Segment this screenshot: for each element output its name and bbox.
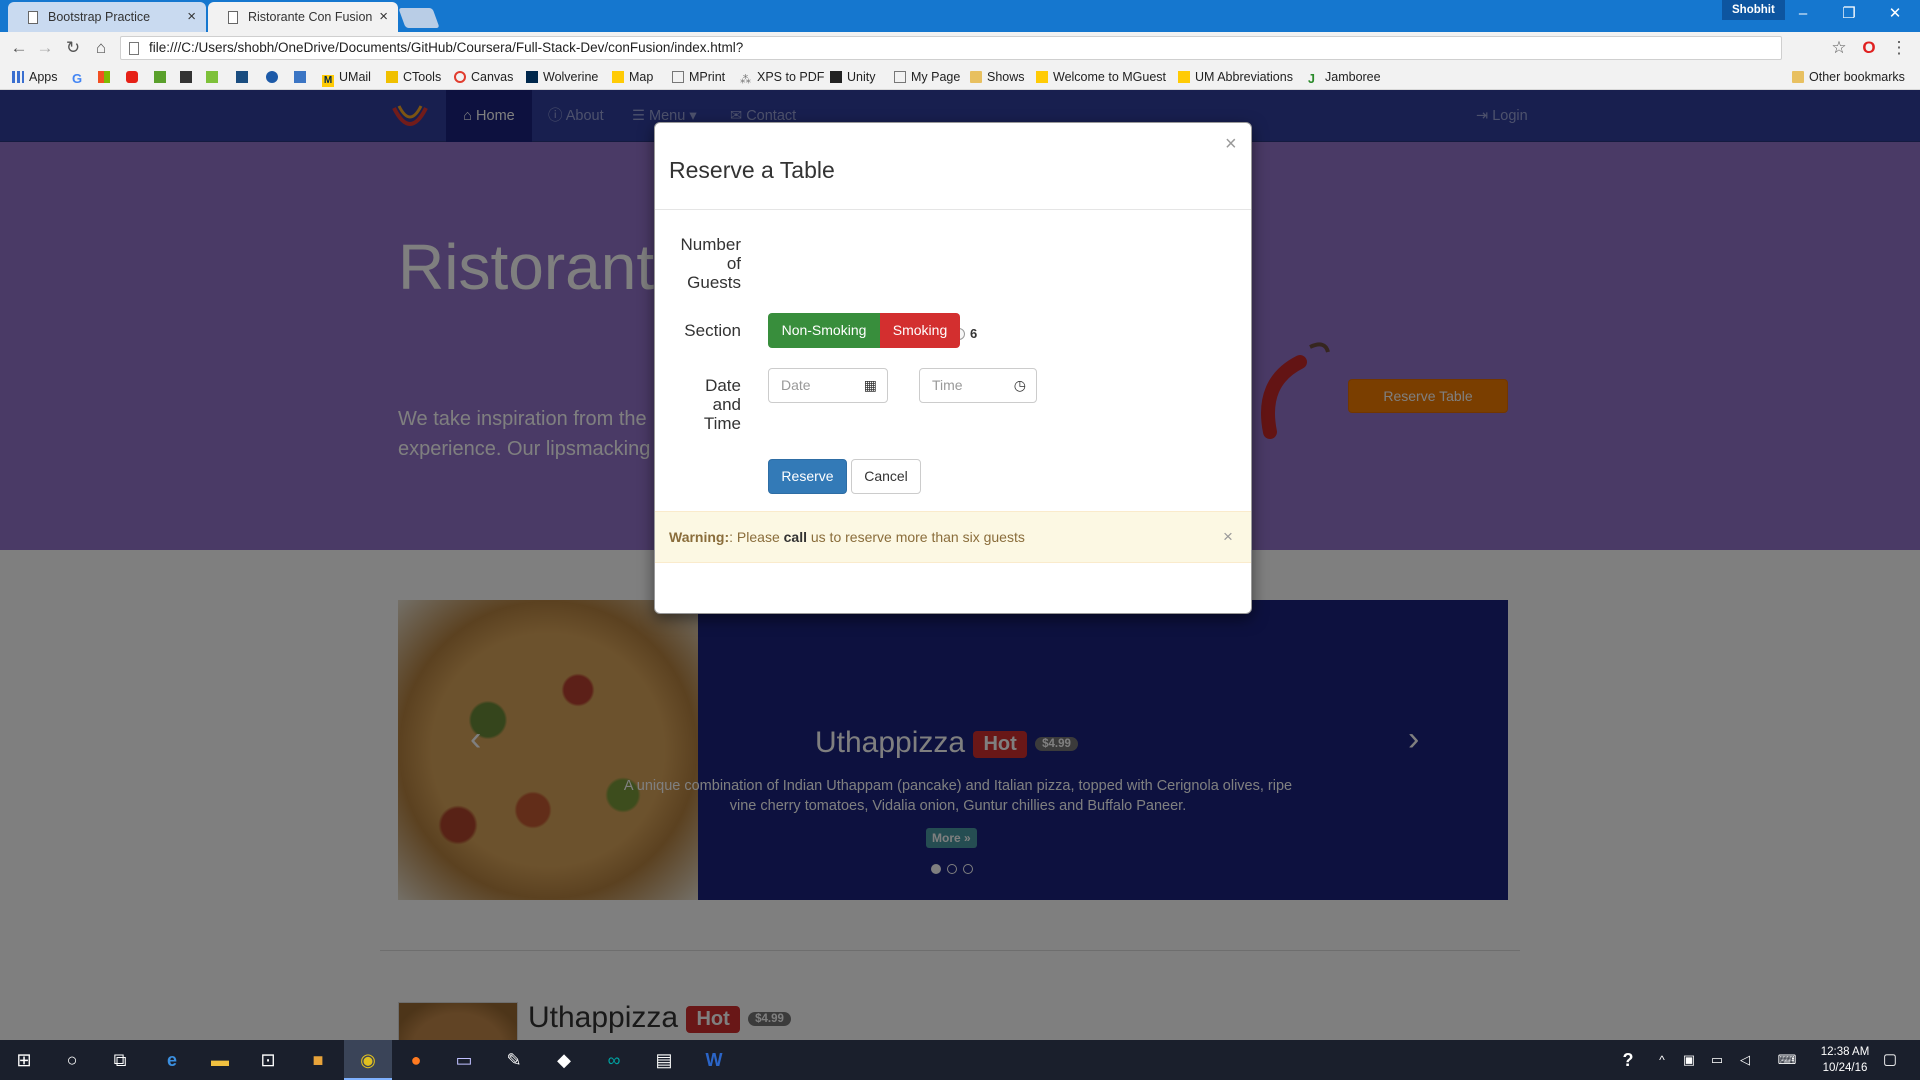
notifications-icon[interactable]: ▢ xyxy=(1870,1040,1910,1080)
tab-close-icon[interactable]: × xyxy=(379,2,388,32)
keyboard-icon[interactable]: ⌨ xyxy=(1772,1040,1802,1080)
smoking-button[interactable]: Smoking xyxy=(880,313,960,348)
edge-icon[interactable]: e xyxy=(148,1040,196,1080)
warning-alert: Warning:: Please call us to reserve more… xyxy=(655,511,1251,563)
non-smoking-button[interactable]: Non-Smoking xyxy=(768,313,880,348)
page-icon xyxy=(28,11,38,24)
bookmark-microsoft[interactable] xyxy=(98,64,115,90)
app-icon[interactable]: ▭ xyxy=(440,1040,488,1080)
date-input[interactable]: Date ▦ xyxy=(768,368,888,403)
address-bar[interactable]: file:///C:/Users/shobh/OneDrive/Document… xyxy=(120,36,1782,60)
bookmark-site[interactable] xyxy=(154,64,171,90)
bookmarks-bar: Apps G M UMail CTools Canvas Wolverine Ma… xyxy=(0,64,1920,90)
modal-close-icon[interactable]: × xyxy=(1225,133,1237,156)
app-icon[interactable]: ▤ xyxy=(640,1040,688,1080)
bookmark-jamboree[interactable]: J Jamboree xyxy=(1308,64,1381,90)
clock-icon: ◷ xyxy=(1013,377,1026,393)
store-icon[interactable]: ⊡ xyxy=(244,1040,292,1080)
bookmark-map[interactable]: Map xyxy=(612,64,653,90)
bookmark-gt[interactable] xyxy=(236,64,253,90)
clock[interactable]: 12:38 AM 10/24/16 xyxy=(1815,1044,1875,1076)
bookmark-site[interactable] xyxy=(266,64,283,90)
modal-header: Reserve a Table × xyxy=(655,123,1251,210)
bookmark-um-abbreviations[interactable]: UM Abbreviations xyxy=(1178,64,1293,90)
cancel-button[interactable]: Cancel xyxy=(851,459,921,494)
bookmark-wolverine[interactable]: Wolverine xyxy=(526,64,598,90)
reserve-button[interactable]: Reserve xyxy=(768,459,847,494)
page-icon xyxy=(228,11,238,24)
bookmark-p[interactable] xyxy=(294,64,311,90)
bookmark-site[interactable] xyxy=(180,64,197,90)
unity-icon[interactable]: ◆ xyxy=(540,1040,588,1080)
home-icon[interactable]: ⌂ xyxy=(88,36,114,60)
bookmark-my-page[interactable]: My Page xyxy=(894,64,960,90)
search-icon[interactable]: ○ xyxy=(48,1040,96,1080)
web-page: ⌂ Home ⓘ About ☰ Menu ▾ ✉ Contact ⇥ Logi… xyxy=(0,90,1920,1040)
tab-close-icon[interactable]: × xyxy=(187,2,196,32)
url-text: file:///C:/Users/shobh/OneDrive/Document… xyxy=(149,40,744,55)
firefox-icon[interactable]: ● xyxy=(392,1040,440,1080)
bookmark-site[interactable] xyxy=(206,64,223,90)
volume-icon[interactable]: ◁ xyxy=(1732,1040,1758,1080)
modal-title: Reserve a Table xyxy=(669,157,835,183)
reload-icon[interactable]: ↻ xyxy=(60,36,86,60)
bookmark-folder-shows[interactable]: Shows xyxy=(970,64,1025,90)
bookmark-star-icon[interactable]: ☆ xyxy=(1826,36,1852,60)
bookmark-apps[interactable]: Apps xyxy=(12,64,58,90)
bookmark-mprint[interactable]: MPrint xyxy=(672,64,725,90)
task-view-icon[interactable]: ⧉ xyxy=(96,1040,144,1080)
calendar-icon: ▦ xyxy=(863,377,877,393)
windows-taskbar: ⊞ ○ ⧉ e ▬ ⊡ ■ ◉ ● ▭ ✎ ◆ ∞ ▤ W ? ^ ▣ ▭ ◁ … xyxy=(0,1040,1920,1080)
bookmark-google[interactable]: G xyxy=(72,64,89,90)
page-icon xyxy=(129,42,139,55)
bookmark-unity[interactable]: Unity xyxy=(830,64,875,90)
help-icon[interactable]: ? xyxy=(1604,1040,1652,1080)
time-input[interactable]: Time ◷ xyxy=(919,368,1037,403)
forward-icon[interactable]: → xyxy=(32,36,58,60)
file-explorer-icon[interactable]: ▬ xyxy=(196,1040,244,1080)
tab-title: Ristorante Con Fusion xyxy=(248,10,373,24)
minimize-icon[interactable]: – xyxy=(1780,0,1826,28)
word-icon[interactable]: W xyxy=(690,1040,738,1080)
restore-icon[interactable]: ❐ xyxy=(1826,0,1872,28)
section-label: Section xyxy=(684,321,741,340)
browser-toolbar: ← → ↻ ⌂ file:///C:/Users/shobh/OneDrive/… xyxy=(0,32,1920,64)
bookmark-umail[interactable]: M UMail xyxy=(322,64,371,90)
tab-bootstrap-practice[interactable]: Bootstrap Practice × xyxy=(8,2,206,32)
bookmark-canvas[interactable]: Canvas xyxy=(454,64,513,90)
back-icon[interactable]: ← xyxy=(6,36,32,60)
alert-close-icon[interactable]: × xyxy=(1223,512,1233,562)
bookmark-welcome-to-mguest[interactable]: Welcome to MGuest xyxy=(1036,64,1166,90)
tray-icon[interactable]: ▣ xyxy=(1676,1040,1702,1080)
network-icon[interactable]: ▭ xyxy=(1704,1040,1730,1080)
bookmark-xps-to-pdf[interactable]: ⁂ XPS to PDF xyxy=(740,64,824,90)
profile-badge[interactable]: Shobhit xyxy=(1722,0,1785,20)
bookmark-youtube[interactable] xyxy=(126,64,143,90)
app-icon[interactable]: ✎ xyxy=(490,1040,538,1080)
tab-title: Bootstrap Practice xyxy=(48,10,151,24)
reserve-table-modal: Reserve a Table × Number of Guests 1 2 3… xyxy=(654,122,1252,614)
bookmark-other-bookmarks[interactable]: Other bookmarks xyxy=(1792,64,1905,90)
tab-ristorante-con-fusion[interactable]: Ristorante Con Fusion × xyxy=(208,2,398,32)
arduino-icon[interactable]: ∞ xyxy=(590,1040,638,1080)
browser-titlebar: Bootstrap Practice × Ristorante Con Fusi… xyxy=(0,0,1920,32)
browser-menu-icon[interactable]: ⋮ xyxy=(1886,36,1912,60)
opera-extension-icon[interactable]: O xyxy=(1856,36,1882,60)
bookmark-ctools[interactable]: CTools xyxy=(386,64,441,90)
windows-start-icon[interactable]: ⊞ xyxy=(0,1040,48,1080)
guests-label: Number of Guests xyxy=(680,235,741,292)
sublime-icon[interactable]: ■ xyxy=(294,1040,342,1080)
window-close-icon[interactable]: ✕ xyxy=(1872,0,1918,28)
chevron-up-icon[interactable]: ^ xyxy=(1650,1040,1674,1080)
new-tab-button[interactable] xyxy=(398,8,440,28)
chrome-icon[interactable]: ◉ xyxy=(344,1040,392,1080)
date-time-label: Date and Time xyxy=(703,376,741,433)
